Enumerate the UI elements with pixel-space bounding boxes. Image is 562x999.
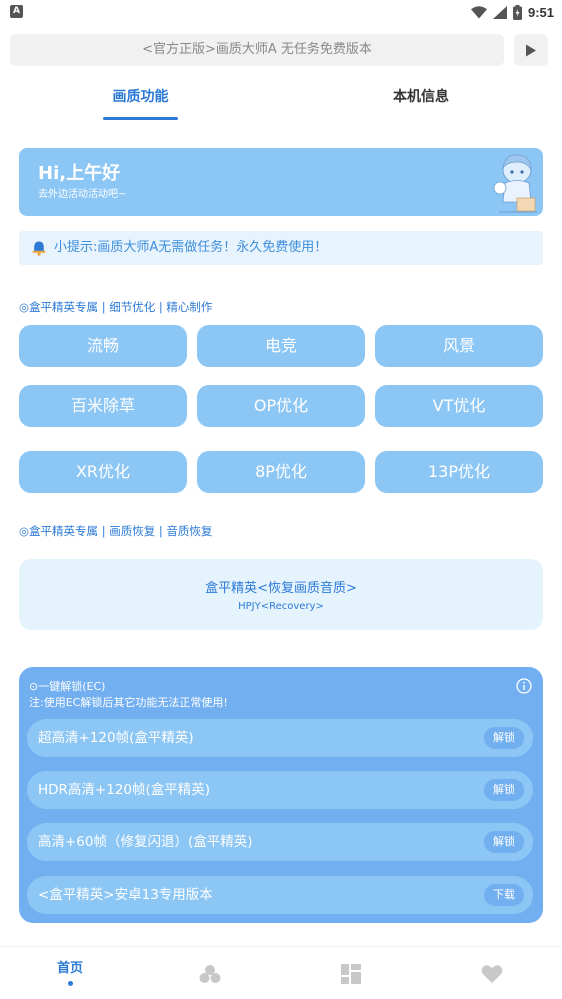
wifi-icon	[470, 5, 487, 18]
tab-label: 本机信息	[393, 89, 449, 105]
vt-optimize-button[interactable]: VT优化	[375, 385, 543, 427]
nav-home-label: 首页	[56, 961, 83, 976]
unlock-button[interactable]: 解锁	[484, 727, 524, 749]
unlock-panel-note: 注:使用EC解锁后其它功能无法正常使用!	[29, 696, 228, 709]
unlock-button[interactable]: 解锁	[484, 831, 524, 853]
nav-home[interactable]: 首页	[0, 947, 140, 999]
section-label-recovery: ◎盒平精英专属 | 画质恢复 | 音质恢复	[19, 524, 213, 538]
nav-features[interactable]	[140, 947, 280, 999]
mode-esports-button[interactable]: 电竞	[197, 325, 365, 367]
unlock-row-hdr-120: HDR高清+120帧(盒平精英) 解锁	[27, 771, 533, 809]
unlock-row-android13: <盒平精英>安卓13专用版本 下载	[27, 876, 533, 914]
clock: 9:51	[527, 4, 554, 20]
heart-icon	[481, 964, 503, 983]
greeting-card: Hi,上午好 去外边活动活动吧~	[19, 148, 543, 216]
xr-optimize-button[interactable]: XR优化	[19, 451, 187, 493]
tip-text: 小提示:画质大师A无需做任务！永久免费使用！	[54, 240, 328, 255]
grid-icon	[341, 963, 361, 984]
play-button[interactable]	[514, 34, 548, 66]
download-button[interactable]: 下载	[484, 884, 524, 906]
tip-bar: 小提示:画质大师A无需做任务！永久免费使用！	[19, 231, 543, 265]
grass-removal-button[interactable]: 百米除草	[19, 385, 187, 427]
op-optimize-button[interactable]: OP优化	[197, 385, 365, 427]
info-icon[interactable]	[516, 678, 532, 694]
8p-optimize-button[interactable]: 8P优化	[197, 451, 365, 493]
nav-tools[interactable]	[281, 947, 421, 999]
unlock-row-label: 高清+60帧（修复闪退）(盒平精英)	[38, 834, 253, 850]
mode-scenery-button[interactable]: 风景	[375, 325, 543, 367]
signal-icon	[492, 5, 507, 19]
unlock-row-uhd-120: 超高清+120帧(盒平精英) 解锁	[27, 719, 533, 757]
unlock-row-label: 超高清+120帧(盒平精英)	[38, 730, 194, 746]
nav-active-dot	[67, 981, 73, 986]
unlock-row-hd-60: 高清+60帧（修复闪退）(盒平精英) 解锁	[27, 823, 533, 861]
13p-optimize-button[interactable]: 13P优化	[375, 451, 543, 493]
recovery-card[interactable]: 盒平精英<恢复画质音质> HPJY<Recovery>	[19, 559, 543, 630]
mode-smooth-button[interactable]: 流畅	[19, 325, 187, 367]
status-icons: 9:51	[470, 2, 554, 22]
bell-icon	[32, 241, 46, 256]
recovery-subtitle: HPJY<Recovery>	[238, 601, 324, 612]
battery-icon	[512, 4, 522, 20]
bottom-nav: 首页	[0, 946, 562, 999]
nav-favorites[interactable]	[422, 947, 562, 999]
section-label-optimize: ◎盒平精英专属 | 细节优化 | 精心制作	[19, 300, 213, 314]
play-icon	[526, 44, 536, 56]
status-bar: A 9:51	[0, 0, 562, 24]
app-notification-icon: A	[10, 5, 23, 18]
unlock-row-label: <盒平精英>安卓13专用版本	[38, 887, 213, 903]
notice-marquee[interactable]: <官方正版>画质大师A 无任务免费版本	[10, 34, 504, 66]
tab-device-info[interactable]: 本机信息	[380, 80, 462, 120]
recovery-title: 盒平精英<恢复画质音质>	[205, 581, 357, 596]
circles-icon	[199, 964, 221, 983]
unlock-row-label: HDR高清+120帧(盒平精英)	[38, 782, 211, 798]
unlock-panel: ⊙一键解锁(EC) 注:使用EC解锁后其它功能无法正常使用! 超高清+120帧(…	[19, 667, 543, 923]
greeting-subtitle: 去外边活动活动吧~	[38, 189, 127, 200]
tab-quality-features[interactable]: 画质功能	[103, 80, 178, 120]
top-tabs: 画质功能 本机信息	[0, 80, 562, 120]
tab-label: 画质功能	[112, 89, 169, 105]
mascot-illustration	[493, 154, 537, 213]
greeting-title: Hi,上午好	[38, 163, 121, 184]
unlock-panel-title: ⊙一键解锁(EC)	[29, 680, 106, 693]
unlock-button[interactable]: 解锁	[484, 779, 524, 801]
tab-active-indicator	[103, 117, 178, 120]
